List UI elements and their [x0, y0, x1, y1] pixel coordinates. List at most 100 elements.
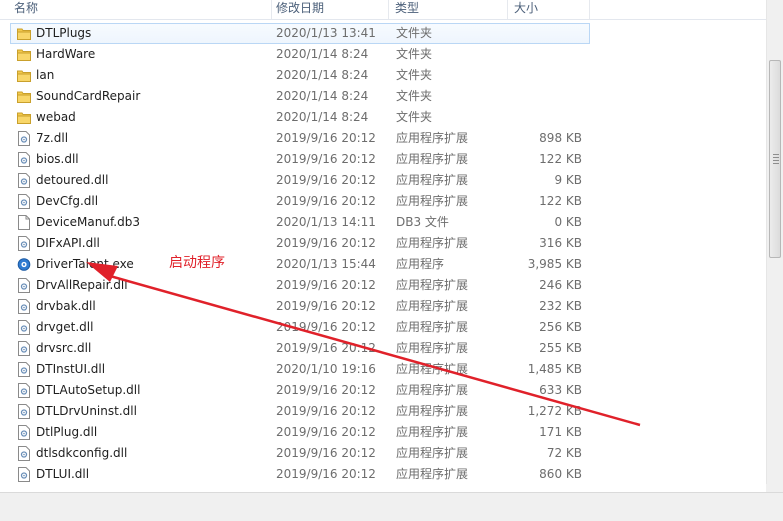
file-name: dtlsdkconfig.dll — [36, 446, 128, 460]
annotation-label: 启动程序 — [169, 255, 225, 271]
file-row[interactable]: 7z.dll 2019/9/16 20:12 应用程序扩展 898 KB — [10, 128, 590, 149]
file-row[interactable]: SoundCardRepair 2020/1/14 8:24 文件夹 — [10, 86, 590, 107]
file-name: 7z.dll — [36, 131, 69, 145]
file-name: DeviceManuf.db3 — [36, 215, 140, 229]
file-size: 3,985 KB — [527, 257, 582, 271]
file-row[interactable]: DTInstUI.dll 2020/1/10 19:16 应用程序扩展 1,485 K… — [10, 359, 590, 380]
file-type: 应用程序扩展 — [396, 467, 469, 481]
file-name: DTLPlugs — [36, 26, 92, 40]
blank-file-icon — [17, 215, 31, 230]
file-row[interactable]: drvget.dll 2019/9/16 20:12 应用程序扩展 256 KB — [10, 317, 590, 338]
file-name: DTLDrvUninst.dll — [36, 404, 137, 418]
app-icon — [17, 257, 31, 272]
file-date-modified: 2020/1/14 8:24 — [276, 110, 369, 124]
folder-icon — [17, 26, 31, 41]
column-header-bar: 名称 修改日期 类型 大小 — [0, 0, 766, 20]
file-size: 860 KB — [539, 467, 582, 481]
file-date-modified: 2020/1/14 8:24 — [276, 89, 369, 103]
file-name: DtlPlug.dll — [36, 425, 98, 439]
file-row[interactable]: DevCfg.dll 2019/9/16 20:12 应用程序扩展 122 KB — [10, 191, 590, 212]
file-date-modified: 2019/9/16 20:12 — [276, 446, 376, 460]
file-type: 应用程序扩展 — [396, 194, 469, 208]
file-name: DrvAllRepair.dll — [36, 278, 128, 292]
file-date-modified: 2019/9/16 20:12 — [276, 341, 376, 355]
file-row[interactable]: DIFxAPI.dll 2019/9/16 20:12 应用程序扩展 316 KB — [10, 233, 590, 254]
file-row[interactable]: DtlPlug.dll 2019/9/16 20:12 应用程序扩展 171 KB — [10, 422, 590, 443]
file-type: 文件夹 — [396, 26, 433, 40]
file-size: 232 KB — [539, 299, 582, 313]
dll-icon — [17, 194, 31, 209]
folder-icon — [17, 47, 31, 62]
file-name: DIFxAPI.dll — [36, 236, 100, 250]
file-size: 256 KB — [539, 320, 582, 334]
folder-icon — [17, 110, 31, 125]
folder-icon — [17, 68, 31, 83]
file-row[interactable]: bios.dll 2019/9/16 20:12 应用程序扩展 122 KB — [10, 149, 590, 170]
file-date-modified: 2020/1/13 15:44 — [276, 257, 376, 271]
column-header-date-modified[interactable]: 修改日期 — [272, 0, 389, 19]
file-name: drvsrc.dll — [36, 341, 92, 355]
file-row[interactable]: detoured.dll 2019/9/16 20:12 应用程序扩展 9 KB — [10, 170, 590, 191]
file-row[interactable]: dtlsdkconfig.dll 2019/9/16 20:12 应用程序扩展 72 … — [10, 443, 590, 464]
file-size: 633 KB — [539, 383, 582, 397]
file-type: 应用程序扩展 — [396, 131, 469, 145]
file-name: HardWare — [36, 47, 96, 61]
file-size: 72 KB — [546, 446, 582, 460]
file-type: 应用程序扩展 — [396, 404, 469, 418]
file-type: 应用程序扩展 — [396, 173, 469, 187]
file-row[interactable]: lan 2020/1/14 8:24 文件夹 — [10, 65, 590, 86]
column-header-type[interactable]: 类型 — [391, 0, 508, 19]
file-date-modified: 2019/9/16 20:12 — [276, 131, 376, 145]
file-type: 应用程序扩展 — [396, 278, 469, 292]
file-size: 316 KB — [539, 236, 582, 250]
dll-icon — [17, 320, 31, 335]
file-row[interactable]: webad 2020/1/14 8:24 文件夹 — [10, 107, 590, 128]
file-type: 应用程序扩展 — [396, 362, 469, 376]
file-row[interactable]: DTLUI.dll 2019/9/16 20:12 应用程序扩展 860 KB — [10, 464, 590, 485]
file-type: 文件夹 — [396, 89, 433, 103]
column-header-size[interactable]: 大小 — [510, 0, 590, 19]
file-name: DTLAutoSetup.dll — [36, 383, 141, 397]
file-type: 应用程序扩展 — [396, 383, 469, 397]
file-name: drvbak.dll — [36, 299, 96, 313]
file-date-modified: 2019/9/16 20:12 — [276, 404, 376, 418]
file-size: 122 KB — [539, 194, 582, 208]
file-type: 应用程序扩展 — [396, 236, 469, 250]
file-row[interactable]: DrvAllRepair.dll 2019/9/16 20:12 应用程序扩展 246… — [10, 275, 590, 296]
file-type: 应用程序 — [396, 257, 445, 271]
file-row[interactable]: DriverTalent.exe 2020/1/13 15:44 应用程序 3,985… — [10, 254, 590, 275]
file-name: SoundCardRepair — [36, 89, 141, 103]
file-name: DTInstUI.dll — [36, 362, 106, 376]
file-size: 122 KB — [539, 152, 582, 166]
file-type: 应用程序扩展 — [396, 425, 469, 439]
column-header-name[interactable]: 名称 — [10, 0, 272, 19]
file-size: 246 KB — [539, 278, 582, 292]
scrollbar-grip-icon — [773, 154, 779, 166]
file-row[interactable]: HardWare 2020/1/14 8:24 文件夹 — [10, 44, 590, 65]
file-name: lan — [36, 68, 55, 82]
horizontal-scrollbar[interactable] — [0, 492, 783, 521]
file-type: 应用程序扩展 — [396, 320, 469, 334]
file-row[interactable]: drvbak.dll 2019/9/16 20:12 应用程序扩展 232 KB — [10, 296, 590, 317]
file-date-modified: 2019/9/16 20:12 — [276, 152, 376, 166]
file-row[interactable]: drvsrc.dll 2019/9/16 20:12 应用程序扩展 255 KB — [10, 338, 590, 359]
dll-icon — [17, 404, 31, 419]
vertical-scrollbar-thumb[interactable] — [769, 60, 781, 258]
file-type: 文件夹 — [396, 110, 433, 124]
file-row[interactable]: DTLPlugs 2020/1/13 13:41 文件夹 — [10, 23, 590, 44]
folder-icon — [17, 89, 31, 104]
file-row[interactable]: DTLDrvUninst.dll 2019/9/16 20:12 应用程序扩展 1,2… — [10, 401, 590, 422]
file-name: DevCfg.dll — [36, 194, 99, 208]
vertical-scrollbar[interactable] — [766, 0, 783, 492]
dll-icon — [17, 131, 31, 146]
file-row[interactable]: DeviceManuf.db3 2020/1/13 14:11 DB3 文件 0 KB — [10, 212, 590, 233]
file-row[interactable]: DTLAutoSetup.dll 2019/9/16 20:12 应用程序扩展 633… — [10, 380, 590, 401]
file-date-modified: 2019/9/16 20:12 — [276, 425, 376, 439]
file-size: 171 KB — [539, 425, 582, 439]
dll-icon — [17, 299, 31, 314]
file-size: 0 KB — [554, 215, 582, 229]
file-type: 应用程序扩展 — [396, 446, 469, 460]
file-size: 1,485 KB — [527, 362, 582, 376]
dll-icon — [17, 362, 31, 377]
file-name: DriverTalent.exe — [36, 257, 134, 271]
